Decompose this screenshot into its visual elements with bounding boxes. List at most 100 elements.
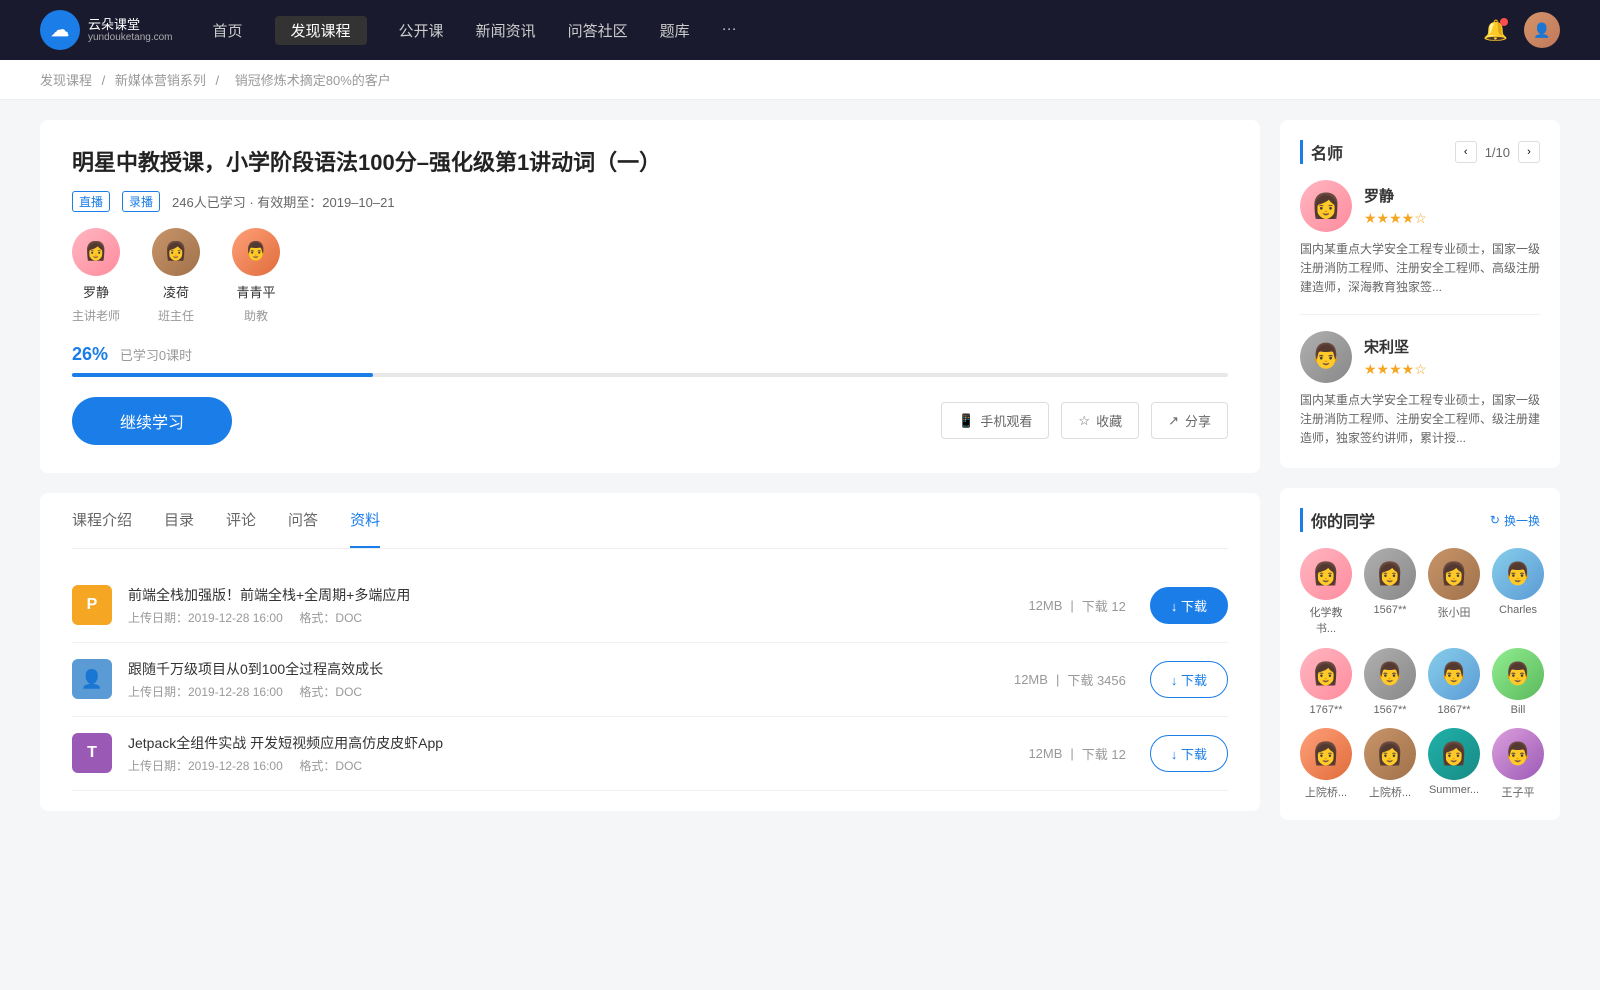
classmate-12[interactable]: 👨 王子平 [1492, 728, 1544, 800]
classmate-3[interactable]: 👩 张小田 [1428, 548, 1480, 636]
classmate-10[interactable]: 👩 上院桥... [1364, 728, 1416, 800]
tab-review[interactable]: 评论 [226, 493, 256, 548]
teacher-sidebar-name-2: 宋利坚 [1364, 336, 1427, 357]
classmate-avatar-2: 👩 [1364, 548, 1416, 600]
teacher-sidebar-avatar-1[interactable]: 👩 [1300, 180, 1352, 232]
teacher-name-2: 凌荷 [163, 282, 189, 301]
download-button-2[interactable]: ↓ 下载 [1150, 661, 1228, 698]
share-button[interactable]: ↗ 分享 [1151, 402, 1228, 439]
teacher-name-3: 青青平 [237, 282, 276, 301]
teacher-sidebar-2: 👨 宋利坚 ★★★★☆ 国内某重点大学安全工程专业硕士，国家一级注册消防工程师、… [1300, 331, 1540, 449]
share-icon: ↗ [1168, 413, 1179, 429]
tab-catalog[interactable]: 目录 [164, 493, 194, 548]
nav-discover[interactable]: 发现课程 [275, 16, 367, 45]
teacher-name-1: 罗静 [83, 282, 109, 301]
teacher-3: 👨 青青平 助教 [232, 228, 280, 324]
material-meta-2: 上传日期：2019-12-28 16:00 格式：DOC [128, 683, 1014, 700]
classmate-avatar-10: 👩 [1364, 728, 1416, 780]
teachers-card-title: 名师 [1300, 140, 1343, 164]
material-icon-3: T [72, 733, 112, 773]
classmate-name-10: 上院桥... [1369, 784, 1411, 800]
teachers-row: 👩 罗静 主讲老师 👩 凌荷 班主任 👨 青青平 [72, 228, 1228, 324]
material-item: P 前端全栈加强版！前端全栈+全周期+多端应用 上传日期：2019-12-28 … [72, 569, 1228, 643]
mobile-icon: 📱 [958, 413, 974, 429]
classmate-8[interactable]: 👨 Bill [1492, 648, 1544, 716]
collect-button[interactable]: ☆ 收藏 [1061, 402, 1139, 439]
logo-text: 云朵课堂 yundouketang.com [88, 17, 173, 44]
course-title: 明星中教授课，小学阶段语法100分–强化级第1讲动词（一） [72, 148, 1228, 179]
tab-materials[interactable]: 资料 [350, 493, 380, 548]
teacher-stars-2: ★★★★☆ [1364, 361, 1427, 378]
nav-open[interactable]: 公开课 [399, 16, 444, 45]
download-button-3[interactable]: ↓ 下载 [1150, 735, 1228, 772]
classmate-6[interactable]: 👨 1567** [1364, 648, 1416, 716]
prev-teacher-button[interactable]: ‹ [1455, 141, 1477, 163]
teacher-stars-1: ★★★★☆ [1364, 210, 1427, 227]
classmate-11[interactable]: 👩 Summer... [1428, 728, 1480, 800]
classmate-name-6: 1567** [1373, 704, 1406, 716]
bell-icon[interactable]: 🔔 [1483, 18, 1508, 43]
refresh-icon: ↻ [1490, 513, 1500, 527]
teacher-sidebar-1: 👩 罗静 ★★★★☆ 国内某重点大学安全工程专业硕士，国家一级注册消防工程师、注… [1300, 180, 1540, 315]
classmate-avatar-11: 👩 [1428, 728, 1480, 780]
nav-question[interactable]: 题库 [660, 16, 690, 45]
teacher-desc-1: 国内某重点大学安全工程专业硕士，国家一级注册消防工程师、注册安全工程师、高级注册… [1300, 240, 1540, 298]
tab-qa[interactable]: 问答 [288, 493, 318, 548]
classmate-7[interactable]: 👨 1867** [1428, 648, 1480, 716]
nav-qa[interactable]: 问答社区 [568, 16, 628, 45]
course-meta-text: 246人已学习 · 有效期至：2019–10–21 [172, 192, 395, 211]
material-item-2: 👤 跟随千万级项目从0到100全过程高效成长 上传日期：2019-12-28 1… [72, 643, 1228, 717]
material-stats-1: 12MB | 下载 12 [1028, 596, 1125, 615]
classmate-name-7: 1867** [1437, 704, 1470, 716]
progress-section: 26% 已学习0课时 [72, 344, 1228, 377]
teacher-1: 👩 罗静 主讲老师 [72, 228, 120, 324]
nav-home[interactable]: 首页 [213, 16, 243, 45]
classmate-name-12: 王子平 [1502, 784, 1535, 800]
classmate-5[interactable]: 👩 1767** [1300, 648, 1352, 716]
next-teacher-button[interactable]: › [1518, 141, 1540, 163]
classmate-9[interactable]: 👩 上院桥... [1300, 728, 1352, 800]
classmate-name-8: Bill [1511, 704, 1526, 716]
material-info-3: Jetpack全组件实战 开发短视频应用高仿皮皮虾App 上传日期：2019-1… [128, 733, 1028, 774]
continue-button[interactable]: 继续学习 [72, 397, 232, 445]
classmate-avatar-1: 👩 [1300, 548, 1352, 600]
breadcrumb-current: 销冠修炼术摘定80%的客户 [235, 73, 391, 88]
tag-record: 录播 [122, 191, 160, 212]
material-item-3: T Jetpack全组件实战 开发短视频应用高仿皮皮虾App 上传日期：2019… [72, 717, 1228, 791]
material-title-2: 跟随千万级项目从0到100全过程高效成长 [128, 659, 1014, 679]
download-button-1[interactable]: ↓ 下载 [1150, 587, 1228, 624]
nav-news[interactable]: 新闻资讯 [476, 16, 536, 45]
user-avatar-nav[interactable]: 👤 [1524, 12, 1560, 48]
tabs-content: P 前端全栈加强版！前端全栈+全周期+多端应用 上传日期：2019-12-28 … [72, 549, 1228, 811]
breadcrumb-link-1[interactable]: 发现课程 [40, 73, 92, 88]
classmate-1[interactable]: 👩 化学教书... [1300, 548, 1352, 636]
classmate-avatar-6: 👨 [1364, 648, 1416, 700]
classmates-grid: 👩 化学教书... 👩 1567** 👩 张小田 [1300, 548, 1540, 800]
classmate-name-2: 1567** [1373, 604, 1406, 616]
teacher-role-3: 助教 [244, 307, 268, 324]
nav-more[interactable]: ··· [722, 16, 737, 45]
mobile-watch-button[interactable]: 📱 手机观看 [941, 402, 1049, 439]
logo[interactable]: ☁ 云朵课堂 yundouketang.com [40, 10, 173, 50]
course-tabs-card: 课程介绍 目录 评论 问答 资料 P 前端全栈加强版！前端全栈+全周期+多端应用… [40, 493, 1260, 811]
teacher-avatar-2: 👩 [152, 228, 200, 276]
classmate-name-3: 张小田 [1438, 604, 1471, 620]
breadcrumb-link-2[interactable]: 新媒体营销系列 [115, 73, 206, 88]
teacher-role-2: 班主任 [158, 307, 194, 324]
classmate-4[interactable]: 👨 Charles [1492, 548, 1544, 636]
refresh-classmates-button[interactable]: ↻ 换一换 [1490, 512, 1540, 529]
navbar: ☁ 云朵课堂 yundouketang.com 首页 发现课程 公开课 新闻资讯… [0, 0, 1600, 60]
teacher-page: 1/10 [1485, 145, 1510, 160]
material-title-3: Jetpack全组件实战 开发短视频应用高仿皮皮虾App [128, 733, 1028, 753]
progress-note: 已学习0课时 [120, 348, 192, 363]
classmate-name-9: 上院桥... [1305, 784, 1347, 800]
classmate-name-5: 1767** [1309, 704, 1342, 716]
teacher-role-1: 主讲老师 [72, 307, 120, 324]
left-panel: 明星中教授课，小学阶段语法100分–强化级第1讲动词（一） 直播 录播 246人… [40, 120, 1260, 840]
action-buttons: 📱 手机观看 ☆ 收藏 ↗ 分享 [941, 402, 1228, 439]
tabs-header: 课程介绍 目录 评论 问答 资料 [72, 493, 1228, 549]
teacher-2: 👩 凌荷 班主任 [152, 228, 200, 324]
teacher-sidebar-avatar-2[interactable]: 👨 [1300, 331, 1352, 383]
classmate-2[interactable]: 👩 1567** [1364, 548, 1416, 636]
tab-intro[interactable]: 课程介绍 [72, 493, 132, 548]
